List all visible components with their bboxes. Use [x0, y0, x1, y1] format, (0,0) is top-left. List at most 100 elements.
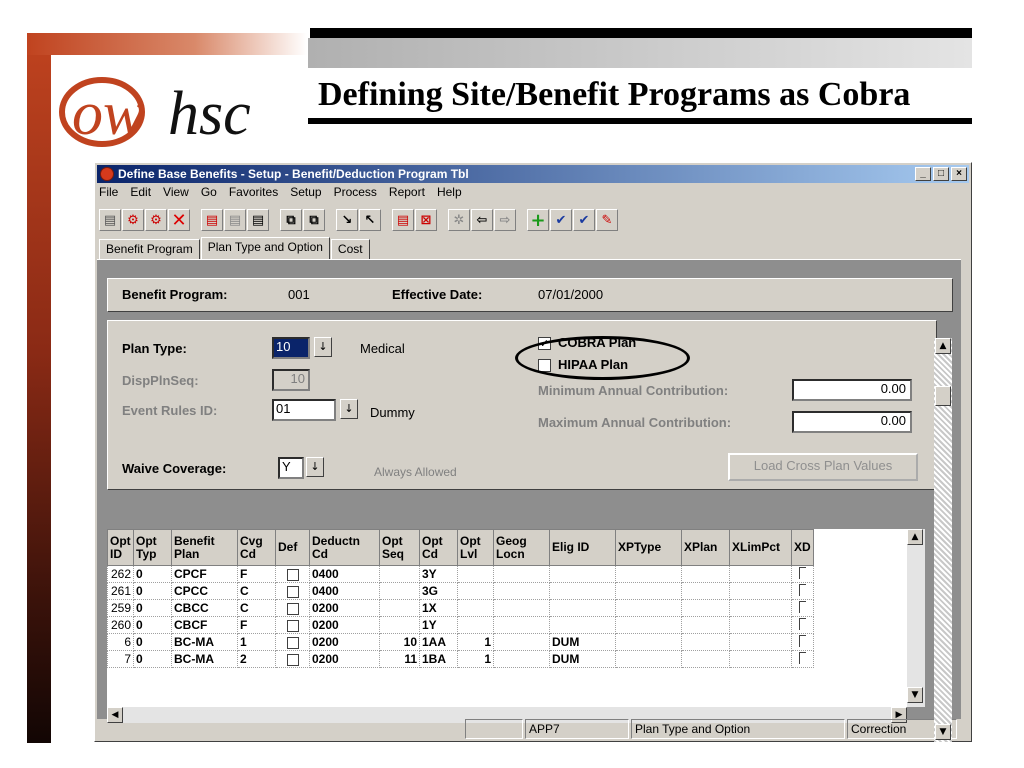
cell-cvg-cd[interactable]: 2 — [237, 650, 276, 668]
delete-icon[interactable]: ✕ — [168, 209, 190, 231]
cell-xplan[interactable] — [681, 650, 730, 668]
cell-opt-id[interactable]: 262 — [107, 565, 134, 583]
cell-def-checkbox[interactable] — [275, 616, 310, 634]
cell-opt-seq[interactable]: 11 — [379, 650, 420, 668]
return-to-list-icon[interactable]: ⚙ — [145, 209, 167, 231]
col-opt-seq[interactable]: Opt Seq — [379, 529, 420, 566]
cell-elig-id[interactable] — [549, 565, 616, 583]
cell-def-checkbox[interactable] — [275, 633, 310, 651]
cell-opt-typ[interactable]: 0 — [133, 650, 172, 668]
check-icon[interactable]: ✔ — [550, 209, 572, 231]
min-contribution-input[interactable]: 0.00 — [792, 379, 912, 401]
plan-type-input[interactable]: 10 — [272, 337, 310, 359]
menu-favorites[interactable]: Favorites — [229, 185, 278, 203]
cell-xlimpct[interactable] — [729, 650, 792, 668]
panel-scroll-thumb[interactable] — [935, 386, 951, 406]
cell-opt-id[interactable]: 261 — [107, 582, 134, 600]
panel-scroll-down-icon[interactable]: ▼ — [935, 724, 951, 740]
cell-xlimpct[interactable] — [729, 633, 792, 651]
cell-geog-locn[interactable] — [493, 633, 550, 651]
tab-benefit-program[interactable]: Benefit Program — [99, 239, 200, 259]
cell-opt-typ[interactable]: 0 — [133, 633, 172, 651]
col-opt-cd[interactable]: Opt Cd — [419, 529, 458, 566]
update-all-icon[interactable]: ⧉ — [303, 209, 325, 231]
event-rules-input[interactable]: 01 — [272, 399, 336, 421]
cell-elig-id[interactable] — [549, 599, 616, 617]
cell-xlimpct[interactable] — [729, 582, 792, 600]
cell-opt-lvl[interactable] — [457, 582, 494, 600]
max-contribution-input[interactable]: 0.00 — [792, 411, 912, 433]
cell-xd-checkbox[interactable] — [791, 599, 814, 617]
cell-opt-typ[interactable]: 0 — [133, 565, 172, 583]
menu-file[interactable]: File — [99, 185, 118, 203]
col-geog-locn[interactable]: Geog Locn — [493, 529, 550, 566]
cell-xplan[interactable] — [681, 565, 730, 583]
cell-elig-id[interactable] — [549, 616, 616, 634]
next-page-icon[interactable]: ↘ — [336, 209, 358, 231]
grid-vertical-scrollbar[interactable]: ▲ ▼ — [907, 529, 925, 707]
event-rules-dropdown-icon[interactable]: ↓ — [340, 399, 358, 419]
cell-geog-locn[interactable] — [493, 599, 550, 617]
col-deductn-cd[interactable]: Deductn Cd — [309, 529, 380, 566]
cell-opt-seq[interactable] — [379, 582, 420, 600]
menu-report[interactable]: Report — [389, 185, 425, 203]
cell-geog-locn[interactable] — [493, 582, 550, 600]
scroll-up-icon[interactable]: ▲ — [907, 529, 923, 545]
waive-coverage-input[interactable]: Y — [278, 457, 304, 479]
cell-def-checkbox[interactable] — [275, 599, 310, 617]
cell-xplan[interactable] — [681, 599, 730, 617]
cell-elig-id[interactable] — [549, 582, 616, 600]
cell-xd-checkbox[interactable] — [791, 565, 814, 583]
tab-cost[interactable]: Cost — [330, 239, 370, 259]
cell-opt-cd[interactable]: 1BA — [419, 650, 458, 668]
cell-xplan[interactable] — [681, 582, 730, 600]
cell-opt-lvl[interactable]: 1 — [457, 650, 494, 668]
cell-xplan[interactable] — [681, 633, 730, 651]
view-all-icon[interactable]: ▤ — [247, 209, 269, 231]
cell-opt-id[interactable]: 7 — [107, 650, 134, 668]
table-row[interactable]: 260 0 CBCF F 0200 1Y — [107, 616, 814, 634]
cell-cvg-cd[interactable]: F — [237, 565, 276, 583]
cell-deductn-cd[interactable]: 0200 — [309, 633, 380, 651]
cell-benefit-plan[interactable]: BC-MA — [171, 650, 238, 668]
cell-xlimpct[interactable] — [729, 616, 792, 634]
panel-scroll-up-icon[interactable]: ▲ — [935, 338, 951, 354]
cell-deductn-cd[interactable]: 0400 — [309, 565, 380, 583]
cell-opt-id[interactable]: 260 — [107, 616, 134, 634]
cell-cvg-cd[interactable]: 1 — [237, 633, 276, 651]
cell-cvg-cd[interactable]: C — [237, 599, 276, 617]
load-cross-plan-values-button[interactable]: Load Cross Plan Values — [728, 453, 918, 481]
edit-icon[interactable]: ✎ — [596, 209, 618, 231]
cell-elig-id[interactable]: DUM — [549, 650, 616, 668]
cell-xplan[interactable] — [681, 616, 730, 634]
col-xptype[interactable]: XPType — [615, 529, 682, 566]
cell-deductn-cd[interactable]: 0400 — [309, 582, 380, 600]
cell-opt-seq[interactable] — [379, 599, 420, 617]
table-row[interactable]: 262 0 CPCF F 0400 3Y — [107, 565, 814, 583]
menu-process[interactable]: Process — [334, 185, 377, 203]
cell-def-checkbox[interactable] — [275, 582, 310, 600]
table-row[interactable]: 261 0 CPCC C 0400 3G — [107, 582, 814, 600]
col-xd[interactable]: XD — [791, 529, 814, 566]
col-xplan[interactable]: XPlan — [681, 529, 730, 566]
next-in-list-icon[interactable]: ⚙ — [122, 209, 144, 231]
col-opt-id[interactable]: Opt ID — [107, 529, 134, 566]
col-opt-lvl[interactable]: Opt Lvl — [457, 529, 494, 566]
field-help-icon[interactable]: ⊠ — [415, 209, 437, 231]
tab-plan-type-and-option[interactable]: Plan Type and Option — [200, 237, 330, 259]
minimize-button[interactable]: _ — [915, 167, 931, 181]
cell-opt-id[interactable]: 6 — [107, 633, 134, 651]
cell-xd-checkbox[interactable] — [791, 582, 814, 600]
cell-geog-locn[interactable] — [493, 650, 550, 668]
col-def[interactable]: Def — [275, 529, 310, 566]
cell-xptype[interactable] — [615, 633, 682, 651]
col-opt-typ[interactable]: Opt Typ — [133, 529, 172, 566]
cell-xlimpct[interactable] — [729, 599, 792, 617]
cell-benefit-plan[interactable]: CPCF — [171, 565, 238, 583]
cell-opt-typ[interactable]: 0 — [133, 582, 172, 600]
cell-elig-id[interactable]: DUM — [549, 633, 616, 651]
cell-opt-lvl[interactable]: 1 — [457, 633, 494, 651]
menu-go[interactable]: Go — [201, 185, 217, 203]
cell-deductn-cd[interactable]: 0200 — [309, 650, 380, 668]
cell-def-checkbox[interactable] — [275, 565, 310, 583]
